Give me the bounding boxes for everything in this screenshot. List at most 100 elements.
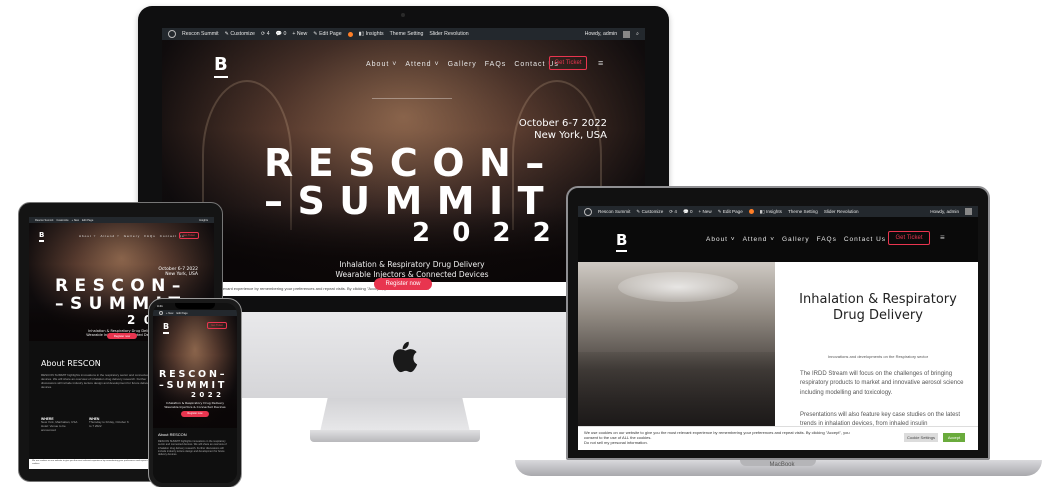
imac-stand-foot	[310, 430, 480, 442]
seo-status-icon[interactable]	[347, 31, 353, 37]
admin-new-link[interactable]: + New	[699, 209, 712, 214]
admin-new-link[interactable]: + New	[72, 219, 79, 222]
hero-subtitle-2: Wearable Injectors & Connected Devices	[164, 404, 226, 409]
seo-status-icon[interactable]	[748, 209, 754, 214]
get-ticket-button[interactable]: Get Ticket	[207, 322, 227, 329]
admin-customize-link[interactable]: ✎ Customize	[225, 31, 255, 37]
macbook-screen: Rescon Summit ✎ Customize ⟳ 4 💬 0 + New …	[578, 206, 978, 450]
avatar[interactable]	[965, 208, 972, 215]
site-logo[interactable]: B	[616, 231, 628, 252]
admin-insights-link[interactable]: ▮▯ Insights	[359, 31, 384, 37]
hero-subtitle: Inhalation & Respiratory Drug Delivery W…	[312, 260, 512, 280]
hero-title-line2: –SUMMIT	[159, 380, 228, 391]
register-now-button[interactable]: Register now	[181, 411, 209, 417]
admin-edit-label: Edit Page	[319, 31, 342, 37]
admin-comments-link[interactable]: 💬 0	[276, 31, 287, 37]
device-mockup-stage: Rescon Summit ✎ Customize ⟳ 4 💬 0 + New …	[0, 0, 1043, 487]
register-now-button[interactable]: Register now	[374, 278, 432, 290]
nav-item-gallery[interactable]: Gallery	[124, 234, 141, 238]
admin-customize-link[interactable]: Customize	[56, 219, 68, 222]
hero-title-line1: RESCON–	[264, 141, 559, 185]
admin-comments-link[interactable]: 💬 0	[683, 209, 693, 215]
admin-customize-label: Customize	[641, 208, 664, 214]
admin-insights-label: Insights	[365, 31, 384, 37]
admin-site-link[interactable]: Rescon Summit	[598, 209, 630, 214]
event-date-block: October 6-7 2022 New York, USA	[519, 118, 607, 142]
get-ticket-button[interactable]: Get Ticket	[179, 232, 199, 239]
event-date: October 6-7 2022	[518, 118, 607, 129]
wordpress-icon[interactable]	[584, 207, 592, 216]
admin-customize-link[interactable]: ✎ Customize	[636, 209, 663, 215]
nav-item-gallery[interactable]: Gallery	[782, 236, 810, 243]
admin-edit-link[interactable]: ✎ Edit Page	[718, 209, 743, 215]
admin-theme-setting-link[interactable]: Theme Setting	[788, 209, 818, 214]
about-text: RESCON SUMMIT highlights innovations in …	[158, 440, 227, 457]
cookie-settings-button[interactable]: Cookie Settings	[904, 433, 938, 442]
nav-item-faqs[interactable]: FAQs	[485, 61, 507, 68]
admin-updates-link[interactable]: ⟳ 4	[669, 209, 677, 215]
admin-comments-count: 0	[283, 31, 287, 37]
site-logo[interactable]: B	[39, 231, 45, 242]
nav-item-about[interactable]: About ˅	[706, 236, 736, 243]
admin-edit-link[interactable]: Edit Page	[82, 219, 93, 222]
nav-item-attend[interactable]: Attend ˅	[100, 234, 119, 238]
hero-subtitle: Inhalation & Respiratory Drug Delivery W…	[163, 401, 227, 409]
nav-item-faqs[interactable]: FAQs	[144, 234, 156, 238]
nav-item-attend[interactable]: Attend ˅	[405, 61, 439, 68]
admin-updates-link[interactable]: ⟳ 4	[261, 31, 270, 37]
search-icon[interactable]: ⌕	[636, 31, 639, 38]
admin-site-link[interactable]: Rescon Summit	[35, 219, 53, 222]
site-logo[interactable]: B	[214, 54, 228, 78]
nav-item-attend[interactable]: Attend ˅	[743, 236, 775, 243]
hero-title-line1: RESCON–	[55, 276, 187, 296]
nav-item-about[interactable]: About ˅	[366, 61, 397, 68]
when-value: Thursday to Friday, October 6 to 7 2022	[89, 420, 129, 428]
macbook-label: MacBook	[769, 462, 795, 468]
status-time: 9:41	[157, 304, 163, 308]
admin-insights-label: Insights	[766, 208, 782, 214]
menu-icon[interactable]: ≡	[940, 233, 945, 242]
admin-howdy-link[interactable]: Howdy, admin	[585, 31, 617, 37]
admin-edit-link[interactable]: ✎ Edit Page	[313, 31, 341, 37]
site-logo[interactable]: B	[163, 322, 170, 334]
avatar[interactable]	[623, 30, 631, 38]
register-now-button[interactable]: Register now	[107, 333, 137, 339]
where-block: WHERE New York, Manhattan, USA Hotel: Ve…	[41, 417, 81, 433]
nav-item-faqs[interactable]: FAQs	[817, 236, 837, 243]
cookie-text: We use cookies on our website to give yo…	[584, 430, 850, 441]
admin-edit-link[interactable]: Edit Page	[176, 312, 187, 315]
about-section: About RESCON RESCON SUMMIT highlights in…	[153, 428, 237, 483]
admin-insights-link[interactable]: Insights	[199, 219, 208, 222]
nav-item-contact[interactable]: Contact Us	[844, 236, 886, 243]
phone-notch	[175, 303, 215, 309]
laptop-header: B About ˅ Attend ˅ Gallery FAQs Contact …	[578, 217, 978, 262]
where-value-2: Hotel: Venue to be announced	[41, 423, 66, 432]
admin-slider-link[interactable]: Slider Revolution	[824, 209, 859, 214]
hero-title-line3: 2022	[412, 218, 573, 248]
chandelier	[618, 272, 738, 302]
get-ticket-button[interactable]: Get Ticket	[888, 231, 930, 245]
main-nav: About ˅ Attend ˅ Gallery FAQs Contact Us	[79, 234, 185, 238]
nav-item-gallery[interactable]: Gallery	[448, 61, 477, 68]
admin-new-link[interactable]: + New	[166, 312, 173, 315]
wordpress-icon[interactable]	[168, 30, 176, 38]
admin-theme-setting-link[interactable]: Theme Setting	[390, 31, 424, 37]
wordpress-icon[interactable]	[159, 311, 163, 315]
admin-site-link[interactable]: Rescon Summit	[182, 31, 219, 37]
admin-new-link[interactable]: + New	[292, 31, 307, 37]
get-ticket-button[interactable]: Get Ticket	[549, 56, 587, 70]
admin-customize-label: Customize	[230, 31, 255, 37]
hero-title-line3: 2022	[191, 391, 225, 399]
accept-button[interactable]: Accept	[943, 433, 965, 442]
admin-edit-label: Edit Page	[722, 208, 743, 214]
hero-subtitle-1: Inhalation & Respiratory Drug Delivery	[339, 260, 485, 269]
cookie-banner: We use cookies on our website to give yo…	[578, 426, 978, 450]
main-nav: About ˅ Attend ˅ Gallery FAQs Contact Us	[706, 236, 886, 243]
iphone-device: 9:41 + New Edit Page B Get Ticket RESCON…	[148, 298, 242, 487]
admin-howdy-link[interactable]: Howdy, admin	[930, 209, 959, 214]
nav-item-about[interactable]: About ˅	[79, 234, 96, 238]
imac-stand-neck	[320, 392, 470, 432]
admin-slider-link[interactable]: Slider Revolution	[429, 31, 468, 37]
menu-icon[interactable]: ≡	[598, 58, 603, 68]
admin-insights-link[interactable]: ▮▯ Insights	[760, 209, 782, 215]
